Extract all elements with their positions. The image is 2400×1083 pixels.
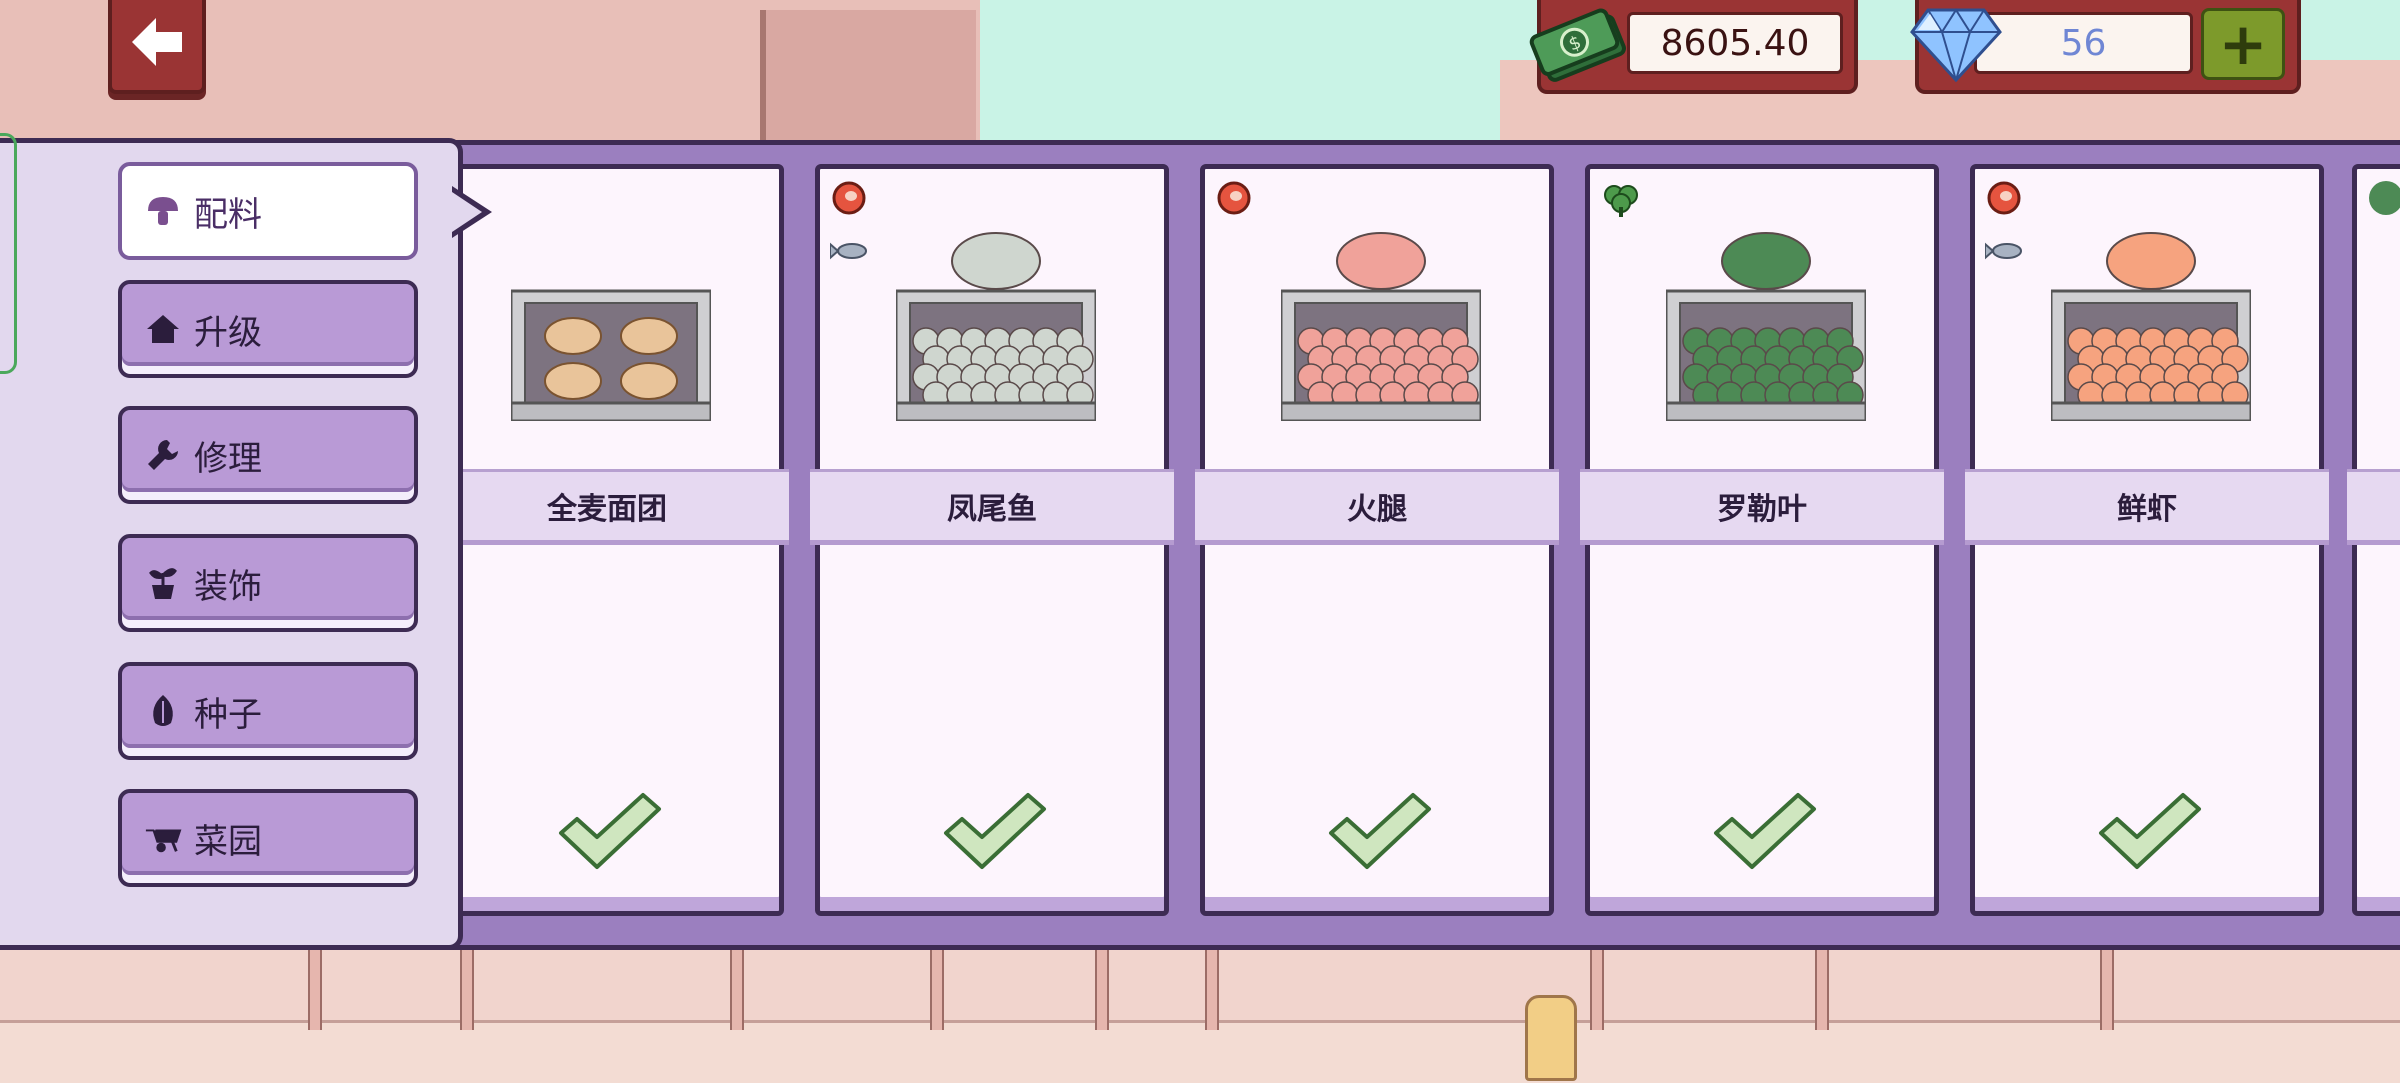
owned-check-icon [555,789,665,877]
tab-label: 种子 [194,694,262,735]
back-button[interactable] [108,0,206,94]
side-drawer-edge [0,133,17,374]
street-pole [730,940,744,1030]
meat-icon [1987,181,2021,215]
sidewalk [0,1020,2400,1083]
street-pole [930,940,944,1030]
meat-icon [832,181,866,215]
tab-potted-plant[interactable]: 装饰 [118,534,418,632]
item-card[interactable]: 罗勒叶 [1580,164,1944,916]
mushroom-icon [144,192,182,230]
street-pole [1095,940,1109,1030]
item-card[interactable]: 鲜虾 [1965,164,2329,916]
house-icon [144,310,182,348]
ingredient-crate [2049,231,2253,423]
owned-check-icon [2095,789,2205,877]
wheelbarrow-icon [144,819,182,857]
tab-label: 配料 [194,194,262,235]
ingredient-crate [1664,231,1868,423]
tab-label: 升级 [194,312,262,353]
item-name: 罗勒叶 [1580,469,1944,545]
fish-icon [1984,239,2025,267]
tab-mushroom[interactable]: 配料 [118,162,418,260]
street-pole [1815,940,1829,1030]
item-name: 凤尾鱼 [810,469,1174,545]
item-card[interactable]: 火腿 [1195,164,1559,916]
seed-icon [144,692,182,730]
item-name: 鲜虾 [1965,469,2329,545]
money-amount: 8605.40 [1627,12,1843,74]
street-pole [460,940,474,1030]
cash-icon: $ [1529,8,1626,82]
fish-icon [829,239,870,267]
street-pole [2100,940,2114,1030]
item-card[interactable]: 凤尾鱼 [810,164,1174,916]
tab-label: 装饰 [194,566,262,607]
gem-amount: 56 [1974,12,2193,74]
ingredient-crate [894,231,1098,423]
owned-check-icon [1710,789,1820,877]
item-card-partial[interactable] [2347,164,2400,916]
potted-plant-icon [144,564,182,602]
owned-check-icon [940,789,1050,877]
item-name: 全麦面团 [425,469,789,545]
active-tab-pointer-fill [452,192,482,232]
buy-gems-button[interactable]: + [2201,8,2285,80]
back-arrow-icon [132,18,182,66]
tab-label: 修理 [194,438,262,479]
tab-wrench[interactable]: 修理 [118,406,418,504]
item-name: 火腿 [1195,469,1559,545]
street-pole [308,940,322,1030]
fire-hydrant [1525,995,1577,1081]
ingredient-crate [1279,231,1483,423]
diamond-icon [1910,8,2002,83]
street-pole [1590,940,1604,1030]
meat-icon [1217,181,1251,215]
item-card-band [2347,469,2400,545]
owned-check-icon [1325,789,1435,877]
tab-seed[interactable]: 种子 [118,662,418,760]
tab-wheelbarrow[interactable]: 菜园 [118,789,418,887]
ingredient-crate [509,231,713,423]
vegetable-icon [2369,181,2400,215]
item-card[interactable]: 全麦面团 [425,164,789,916]
street-pole [1205,940,1219,1030]
building-window [760,10,976,140]
vegetable-icon [1602,181,1638,217]
tab-house[interactable]: 升级 [118,280,418,378]
wrench-icon [144,436,182,474]
tab-label: 菜园 [194,821,262,862]
